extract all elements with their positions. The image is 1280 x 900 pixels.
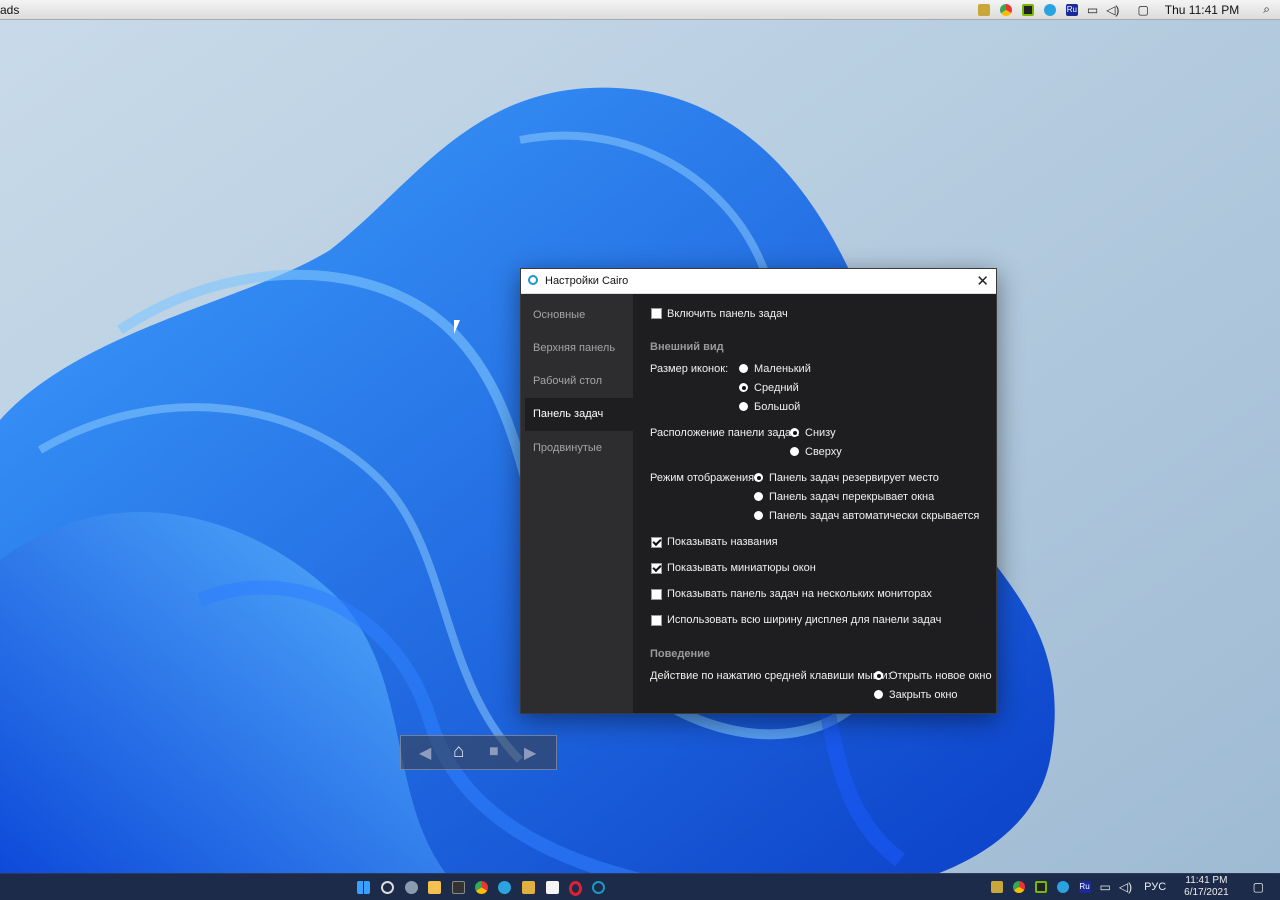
icon-size-large-radio[interactable] <box>739 402 748 411</box>
tray-chrome-icon[interactable] <box>1012 881 1025 893</box>
sidebar-item-taskbar[interactable]: Панель задач <box>525 398 633 431</box>
folder-app-icon[interactable] <box>522 881 535 894</box>
home-icon[interactable]: ⌂ <box>453 741 464 763</box>
settings-content: Включить панель задач Внешний вид Размер… <box>633 294 996 713</box>
menubar-left-label[interactable]: ads <box>0 3 19 17</box>
multi-monitor-label[interactable]: Показывать панель задач на нескольких мо… <box>667 588 932 600</box>
middle-click-label: Действие по нажатию средней клавиши мыши… <box>650 670 891 682</box>
tray-volume-icon[interactable]: ◁) <box>1119 880 1132 894</box>
menubar-clock[interactable]: Thu 11:41 PM <box>1165 3 1239 17</box>
position-top-label[interactable]: Сверху <box>805 446 842 458</box>
settings-sidebar: Основные Верхняя панель Рабочий стол Пан… <box>521 294 633 713</box>
icon-size-medium-radio[interactable] <box>739 383 748 392</box>
show-thumbnails-checkbox[interactable] <box>651 562 662 574</box>
settings-window: Настройки Cairo ✕ Основные Верхняя панел… <box>520 268 997 714</box>
tray-ru-badge-icon[interactable]: Ru <box>1078 881 1091 893</box>
enable-taskbar-label: Включить панель задач <box>667 308 788 320</box>
display-mode-label: Режим отображения: <box>650 472 758 484</box>
start-icon[interactable] <box>357 881 370 894</box>
desktop-navigation-widget: ◀ ⌂ ■ ▶ <box>400 735 557 770</box>
mode-reserve-radio[interactable] <box>754 473 763 482</box>
taskbar-date: 6/17/2021 <box>1184 887 1229 898</box>
full-width-label[interactable]: Использовать всю ширину дисплея для пане… <box>667 614 941 626</box>
network-icon[interactable]: ▭ <box>1087 3 1098 17</box>
mode-overlap-radio[interactable] <box>754 492 763 501</box>
tray-network-icon[interactable]: ▭ <box>1100 880 1111 894</box>
tray-notification-icon[interactable]: ▢ <box>1253 880 1264 894</box>
mode-autohide-radio[interactable] <box>754 511 763 520</box>
show-labels-checkbox[interactable] <box>651 536 662 548</box>
cairo-icon[interactable] <box>592 881 605 894</box>
full-width-checkbox[interactable] <box>651 615 662 626</box>
position-bottom-radio[interactable] <box>790 428 799 437</box>
back-arrow-icon[interactable]: ◀ <box>419 743 431 763</box>
taskbar-position-label: Расположение панели задач: <box>650 427 800 439</box>
position-bottom-label[interactable]: Снизу <box>805 427 836 439</box>
explorer-icon[interactable] <box>428 881 441 894</box>
icon-size-label: Размер иконок: <box>650 363 729 375</box>
tray-telegram-icon[interactable] <box>1056 881 1069 893</box>
clipboard-icon[interactable] <box>977 3 990 16</box>
icon-size-medium-label[interactable]: Средний <box>754 382 799 394</box>
sidebar-item-desktop[interactable]: Рабочий стол <box>525 365 633 398</box>
search-icon[interactable]: ⌕ <box>1263 2 1270 17</box>
language-indicator[interactable]: РУС <box>1144 881 1166 893</box>
sidebar-item-advanced[interactable]: Продвинутые <box>525 432 633 465</box>
taskbar-tray: Ru ▭ ◁) РУС 11:41 PM 6/17/2021 ▢ <box>986 874 1280 900</box>
mouse-cursor <box>454 320 460 334</box>
mode-autohide-label[interactable]: Панель задач автоматически скрывается <box>769 510 979 522</box>
chrome-icon[interactable] <box>475 881 488 894</box>
middle-click-close-label[interactable]: Закрыть окно <box>889 689 958 701</box>
cairo-app-icon <box>528 275 538 285</box>
terminal-icon[interactable] <box>452 881 465 894</box>
tray-nvidia-icon[interactable] <box>1034 881 1047 893</box>
volume-icon[interactable]: ◁) <box>1106 3 1119 17</box>
bottom-taskbar: Ru ▭ ◁) РУС 11:41 PM 6/17/2021 ▢ <box>0 873 1280 900</box>
show-labels-label[interactable]: Показывать названия <box>667 536 778 548</box>
icon-size-small-radio[interactable] <box>739 364 748 373</box>
icon-size-large-label[interactable]: Большой <box>754 401 800 413</box>
enable-taskbar-checkbox[interactable] <box>651 308 662 319</box>
ru-badge-icon[interactable]: Ru <box>1065 3 1078 16</box>
behavior-header: Поведение <box>650 648 710 660</box>
icon-size-small-label[interactable]: Маленький <box>754 363 811 375</box>
search-icon[interactable] <box>381 881 394 894</box>
middle-click-close-radio[interactable] <box>874 690 883 699</box>
window-title: Настройки Cairo <box>545 275 629 287</box>
nvidia-icon[interactable] <box>1021 3 1034 16</box>
mode-overlap-label[interactable]: Панель задач перекрывает окна <box>769 491 934 503</box>
notification-icon[interactable]: ▢ <box>1137 3 1148 17</box>
forward-arrow-icon[interactable]: ▶ <box>524 743 536 763</box>
opera-icon[interactable] <box>569 881 582 896</box>
chrome-icon[interactable] <box>999 3 1012 16</box>
settings-icon[interactable] <box>405 881 418 894</box>
telegram-icon[interactable] <box>498 881 511 894</box>
notion-icon[interactable] <box>546 881 559 894</box>
top-tray: Ru ▭ ◁) ▢ Thu 11:41 PM ⌕ <box>973 0 1280 19</box>
appearance-header: Внешний вид <box>650 341 724 353</box>
close-button[interactable]: ✕ <box>976 272 989 290</box>
taskbar-time: 11:41 PM <box>1185 875 1228 886</box>
middle-click-new-window-label[interactable]: Открыть новое окно <box>889 670 992 682</box>
multi-monitor-checkbox[interactable] <box>651 589 662 600</box>
sidebar-item-menubar[interactable]: Верхняя панель <box>525 332 633 365</box>
middle-click-new-window-radio[interactable] <box>874 671 883 680</box>
folder-icon[interactable]: ■ <box>489 743 499 761</box>
tray-clipboard-icon[interactable] <box>990 881 1003 893</box>
telegram-icon[interactable] <box>1043 3 1056 16</box>
show-thumbnails-label[interactable]: Показывать миниатюры окон <box>667 562 816 574</box>
mode-reserve-label[interactable]: Панель задач резервирует место <box>769 472 939 484</box>
window-titlebar[interactable]: Настройки Cairo ✕ <box>521 269 996 294</box>
position-top-radio[interactable] <box>790 447 799 456</box>
sidebar-item-general[interactable]: Основные <box>525 299 633 332</box>
taskbar-clock[interactable]: 11:41 PM 6/17/2021 <box>1184 875 1229 899</box>
top-menu-bar: ads Ru ▭ ◁) ▢ Thu 11:41 PM ⌕ <box>0 0 1280 20</box>
